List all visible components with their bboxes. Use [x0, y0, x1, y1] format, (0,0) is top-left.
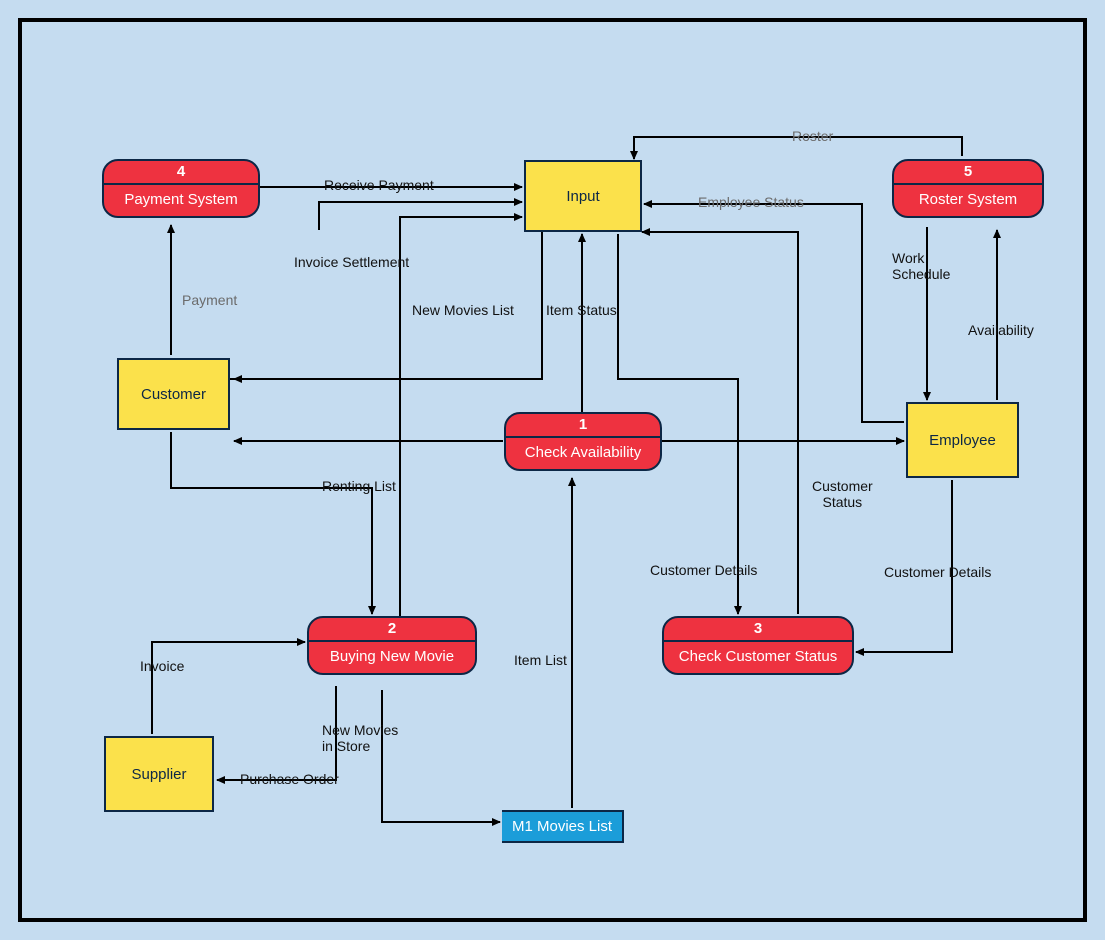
entity-input: Input: [524, 160, 642, 232]
label-receive-payment: Receive Payment: [324, 177, 434, 193]
label-customer-details-b: Customer Details: [884, 564, 991, 580]
entity-supplier: Supplier: [104, 736, 214, 812]
datastore-label: M1 Movies List: [512, 818, 612, 835]
entity-employee: Employee: [906, 402, 1019, 478]
entity-label: Input: [566, 188, 599, 205]
label-invoice-settlement: Invoice Settlement: [294, 254, 409, 270]
label-employee-status: Employee Status: [698, 194, 804, 210]
process-number: 5: [894, 161, 1042, 185]
entity-label: Employee: [929, 432, 996, 449]
label-roster: Roster: [792, 128, 833, 144]
process-title: Roster System: [911, 185, 1025, 216]
label-new-movies-in-store: New Movies in Store: [322, 722, 398, 754]
process-check-availability: 1 Check Availability: [504, 412, 662, 471]
diagram-frame: 4 Payment System 5 Roster System Input C…: [18, 18, 1087, 922]
label-new-movies-list: New Movies List: [412, 302, 514, 318]
label-work-schedule: Work Schedule: [892, 250, 950, 282]
process-number: 1: [506, 414, 660, 438]
process-title: Check Availability: [517, 438, 649, 469]
process-title: Buying New Movie: [322, 642, 462, 673]
label-payment: Payment: [182, 292, 237, 308]
label-customer-details-a: Customer Details: [650, 562, 757, 578]
process-number: 2: [309, 618, 475, 642]
entity-label: Customer: [141, 386, 206, 403]
process-buying-new-movie: 2 Buying New Movie: [307, 616, 477, 675]
process-title: Check Customer Status: [671, 642, 845, 673]
label-customer-status: Customer Status: [812, 478, 873, 510]
process-number: 4: [104, 161, 258, 185]
process-roster-system: 5 Roster System: [892, 159, 1044, 218]
entity-customer: Customer: [117, 358, 230, 430]
label-invoice: Invoice: [140, 658, 184, 674]
process-check-customer-status: 3 Check Customer Status: [662, 616, 854, 675]
label-availability: Availability: [968, 322, 1034, 338]
datastore-movies-list: M1 Movies List: [502, 810, 624, 843]
process-title: Payment System: [116, 185, 245, 216]
process-number: 3: [664, 618, 852, 642]
process-payment-system: 4 Payment System: [102, 159, 260, 218]
label-renting-list: Renting List: [322, 478, 396, 494]
label-item-list: Item List: [514, 652, 567, 668]
label-purchase-order: Purchase Order: [240, 771, 339, 787]
entity-label: Supplier: [131, 766, 186, 783]
label-item-status: Item Status: [546, 302, 617, 318]
